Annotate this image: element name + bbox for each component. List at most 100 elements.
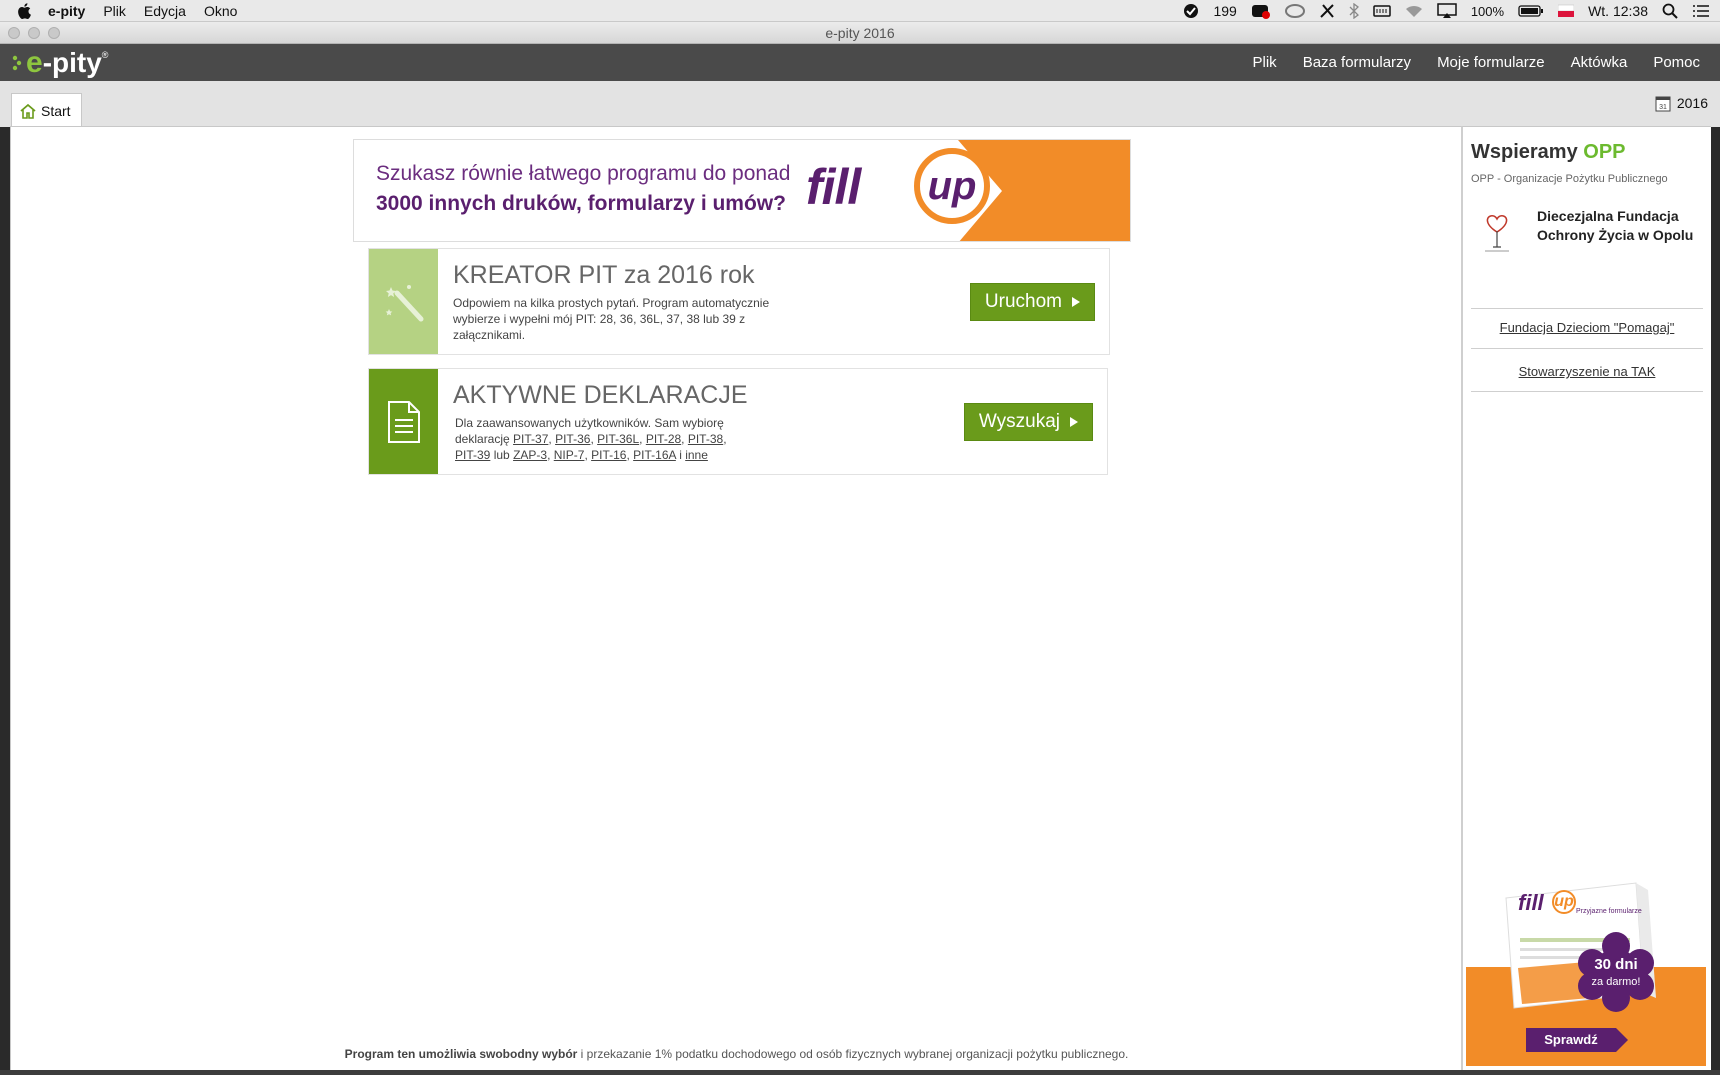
separator — [1471, 391, 1703, 392]
window-bottom-edge — [0, 1070, 1720, 1075]
apple-icon[interactable] — [0, 2, 48, 19]
lub-text: lub — [493, 448, 510, 462]
footer-note: Program ten umożliwia swobodny wybór i p… — [11, 1047, 1462, 1061]
menu-plik[interactable]: Plik — [103, 3, 126, 19]
link-stowarzyszenie-na-tak[interactable]: Stowarzyszenie na TAK — [1471, 364, 1703, 379]
menu-edycja[interactable]: Edycja — [144, 3, 186, 19]
sprawdz-button[interactable]: Sprawdź — [1526, 1032, 1616, 1047]
link-pit-39[interactable]: PIT-39 — [455, 448, 490, 462]
tab-start-label: Start — [41, 103, 71, 119]
clock[interactable]: Wt. 12:38 — [1588, 3, 1648, 19]
link-inne[interactable]: inne — [685, 448, 708, 462]
menu-okno[interactable]: Okno — [204, 3, 237, 19]
link-pit-36[interactable]: PIT-36 — [555, 432, 590, 446]
airplay-icon[interactable] — [1437, 3, 1457, 19]
bluetooth-icon[interactable] — [1349, 3, 1359, 19]
flag-pl-icon[interactable] — [1558, 4, 1575, 18]
ad-brand-up: up — [1552, 890, 1576, 914]
link-pit-16[interactable]: PIT-16 — [591, 448, 626, 462]
notification-icon[interactable] — [1183, 3, 1199, 19]
footer-note-text: i przekazanie 1% podatku dochodowego od … — [577, 1047, 1129, 1061]
tab-start[interactable]: Start — [11, 93, 82, 128]
banner-line-1: Szukasz równie łatwego programu do ponad — [376, 162, 791, 185]
opp-subtitle: OPP - Organizacje Pożytku Publicznego — [1471, 173, 1668, 185]
wyszukaj-button[interactable]: Wyszukaj — [963, 403, 1093, 441]
kreator-pit-card: KREATOR PIT za 2016 rok Odpowiem na kilk… — [368, 248, 1110, 355]
aktywne-band — [369, 369, 438, 474]
tool-icon[interactable] — [1319, 3, 1335, 19]
year-label: 2016 — [1676, 95, 1708, 111]
link-pit-16a[interactable]: PIT-16A — [633, 448, 676, 462]
wyszukaj-label: Wyszukaj — [978, 411, 1060, 432]
calendar-day: 31 — [1659, 104, 1667, 111]
play-arrow-icon — [1070, 417, 1078, 427]
close-window-button[interactable] — [8, 27, 20, 39]
keyboard-icon[interactable] — [1373, 4, 1391, 18]
opp-heading-a: Wspieramy — [1471, 141, 1578, 163]
menu-app-name[interactable]: e-pity — [48, 3, 85, 19]
year-selector[interactable]: 31 2016 — [1655, 94, 1708, 112]
separator — [1471, 308, 1703, 309]
system-menu-bar: e-pity Plik Edycja Okno 199 100% Wt. 12:… — [0, 0, 1720, 22]
aktywne-description: Dla zaawansowanych użytkowników. Sam wyb… — [455, 416, 727, 462]
status-count: 199 — [1213, 3, 1237, 19]
main-content: Szukasz równie łatwego programu do ponad… — [10, 126, 1461, 1070]
footer-note-bold: Program ten umożliwia swobodny wybór — [344, 1047, 578, 1061]
uruchom-label: Uruchom — [984, 291, 1062, 312]
fillup-ad[interactable]: fill up Przyjazne formularze 30 dni za d… — [1466, 868, 1706, 1066]
kreator-description: Odpowiem na kilka prostych pytań. Progra… — [453, 296, 770, 342]
link-fundacja-dzieciom[interactable]: Fundacja Dzieciom "Pomagaj" — [1471, 320, 1703, 335]
zoom-window-button[interactable] — [48, 27, 60, 39]
window-title: e-pity 2016 — [825, 25, 895, 41]
logo-text: -pity — [42, 46, 102, 78]
opp-heading-b: OPP — [1583, 141, 1626, 163]
aktywne-title: AKTYWNE DEKLARACJE — [453, 381, 748, 409]
spotlight-search-icon[interactable] — [1662, 3, 1678, 19]
ad-brand-fill: fill — [1518, 890, 1544, 915]
home-icon — [20, 103, 36, 119]
link-pit-36l[interactable]: PIT-36L — [597, 432, 639, 446]
epity-logo: e -pity ® — [12, 46, 108, 79]
notification-center-icon[interactable] — [1692, 4, 1710, 18]
window-title-bar: e-pity 2016 — [0, 22, 1720, 44]
logo-registered: ® — [101, 50, 109, 60]
fillup-banner[interactable]: Szukasz równie łatwego programu do ponad… — [353, 139, 1131, 242]
link-pit-37[interactable]: PIT-37 — [513, 432, 548, 446]
banner-line-2: 3000 innych druków, formularzy i umów? — [376, 192, 786, 215]
app-header: e -pity ® Plik Baza formularzy Moje form… — [0, 44, 1720, 81]
tab-strip: Start 31 2016 — [0, 81, 1720, 128]
adobe-icon[interactable] — [1251, 3, 1271, 19]
banner-brand-fill: fill — [806, 159, 861, 215]
creative-cloud-icon[interactable] — [1284, 4, 1305, 18]
ad-badge-big: 30 dni — [1594, 956, 1638, 973]
wifi-icon[interactable] — [1405, 4, 1423, 18]
nav-baza-formularzy[interactable]: Baza formularzy — [1303, 54, 1411, 71]
nav-moje-formularze[interactable]: Moje formularze — [1437, 54, 1545, 71]
nav-plik[interactable]: Plik — [1253, 54, 1277, 71]
minimize-window-button[interactable] — [28, 27, 40, 39]
battery-percent: 100% — [1470, 3, 1505, 19]
nav-pomoc[interactable]: Pomoc — [1653, 54, 1700, 71]
main-nav: Plik Baza formularzy Moje formularze Akt… — [1253, 44, 1700, 81]
kreator-band — [369, 249, 438, 354]
battery-icon[interactable] — [1518, 4, 1544, 18]
kreator-title: KREATOR PIT za 2016 rok — [453, 261, 755, 289]
uruchom-button[interactable]: Uruchom — [969, 283, 1095, 321]
opp-heading: Wspieramy OPP — [1471, 141, 1626, 164]
document-icon — [387, 400, 420, 443]
ad-badge-small: za darmo! — [1591, 976, 1641, 988]
magic-wand-icon — [385, 284, 423, 321]
link-pit-28[interactable]: PIT-28 — [646, 432, 681, 446]
nav-aktowka[interactable]: Aktówka — [1571, 54, 1628, 71]
separator — [1471, 348, 1703, 349]
banner-arrow-shape — [958, 140, 1130, 241]
foundation-logo-icon — [1485, 215, 1509, 252]
calendar-icon: 31 — [1655, 96, 1671, 112]
i-text: i — [679, 448, 682, 462]
link-zap-3[interactable]: ZAP-3 — [513, 448, 547, 462]
featured-organization[interactable]: Diecezjalna Fundacja Ochrony Życia w Opo… — [1537, 207, 1707, 245]
link-nip-7[interactable]: NIP-7 — [554, 448, 585, 462]
play-arrow-icon — [1072, 297, 1080, 307]
link-pit-38[interactable]: PIT-38 — [688, 432, 723, 446]
opp-sidebar: Wspieramy OPP OPP - Organizacje Pożytku … — [1461, 126, 1711, 1070]
